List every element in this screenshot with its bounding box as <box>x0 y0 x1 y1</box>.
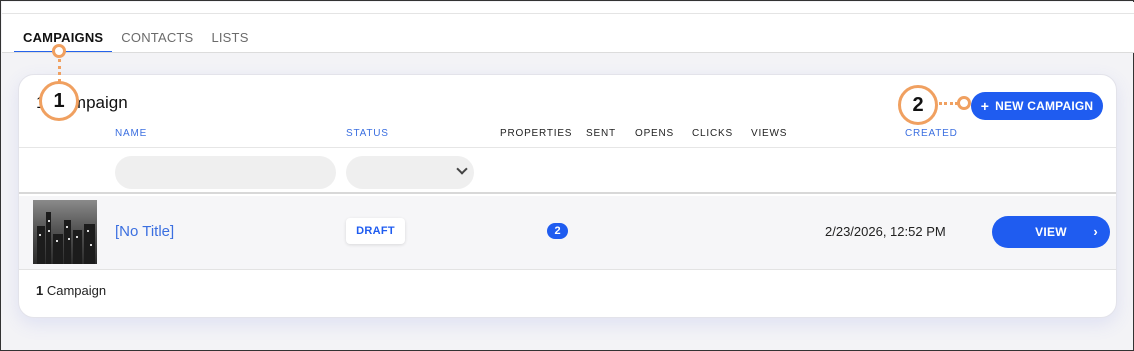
callout-1-connector <box>58 59 61 82</box>
callout-2-connector <box>939 102 958 105</box>
name-filter-input[interactable] <box>115 156 336 189</box>
column-header-status[interactable]: STATUS <box>346 128 389 139</box>
tab-divider <box>2 52 1134 53</box>
column-header-clicks: CLICKS <box>692 128 733 139</box>
callout-2-anchor <box>957 96 971 110</box>
column-header-properties: PROPERTIES <box>500 128 573 139</box>
chevron-right-icon: › <box>1093 224 1098 239</box>
footer-count: 1 Campaign <box>36 283 106 298</box>
created-date: 2/23/2026, 12:52 PM <box>825 224 946 239</box>
city-skyline-image <box>33 200 97 264</box>
callout-2-badge: 2 <box>898 85 938 125</box>
view-label: VIEW <box>1035 225 1067 239</box>
properties-count-badge: 2 <box>547 223 568 239</box>
column-header-name[interactable]: NAME <box>115 128 147 139</box>
tab-bar: CAMPAIGNS CONTACTS LISTS <box>14 30 258 53</box>
plus-icon: + <box>980 98 990 114</box>
status-filter-select[interactable] <box>346 156 474 189</box>
table-row[interactable]: [No Title] DRAFT 2 2/23/2026, 12:52 PM V… <box>19 196 1116 270</box>
column-header-created[interactable]: CREATED <box>905 128 958 139</box>
column-header-opens: OPENS <box>635 128 675 139</box>
tab-lists[interactable]: LISTS <box>202 30 257 53</box>
campaign-title-link[interactable]: [No Title] <box>115 223 174 240</box>
app-frame: CAMPAIGNS CONTACTS LISTS 1 Campaign + NE… <box>0 0 1134 351</box>
footer-count-number: 1 <box>36 283 44 298</box>
column-header-views: VIEWS <box>751 128 788 139</box>
callout-1-anchor <box>52 44 66 58</box>
campaigns-card: 1 Campaign + NEW CAMPAIGN NAME STATUS PR… <box>18 74 1117 318</box>
status-badge: DRAFT <box>346 218 405 244</box>
column-header-sent: SENT <box>586 128 616 139</box>
chevron-down-icon <box>456 163 468 175</box>
new-campaign-button[interactable]: + NEW CAMPAIGN <box>971 92 1103 120</box>
top-bar: CAMPAIGNS CONTACTS LISTS <box>2 2 1134 53</box>
tab-contacts[interactable]: CONTACTS <box>112 30 202 53</box>
view-button[interactable]: VIEW › <box>992 216 1110 248</box>
top-strip <box>2 2 1134 14</box>
filter-row <box>19 147 1116 194</box>
footer-count-label: Campaign <box>46 283 107 298</box>
new-campaign-label: NEW CAMPAIGN <box>995 99 1094 113</box>
callout-1-badge: 1 <box>39 81 79 121</box>
